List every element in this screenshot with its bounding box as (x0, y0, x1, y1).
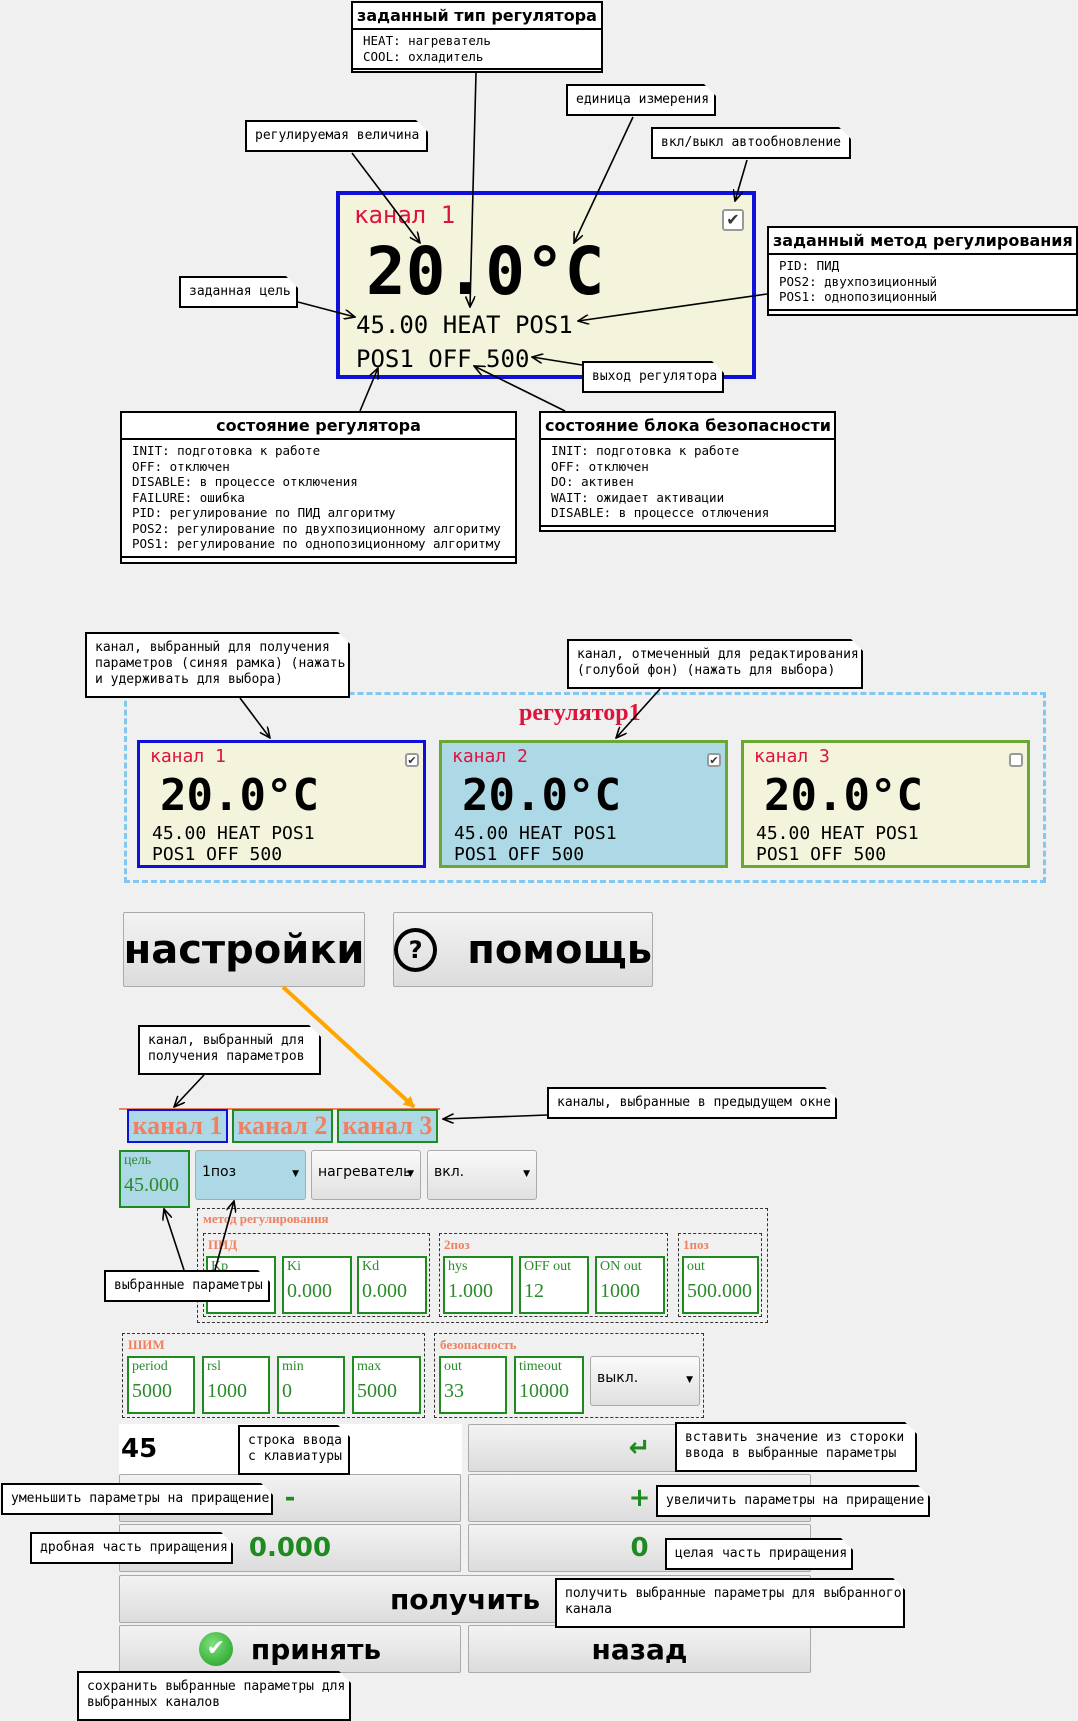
connector-arrows (0, 72, 768, 1271)
